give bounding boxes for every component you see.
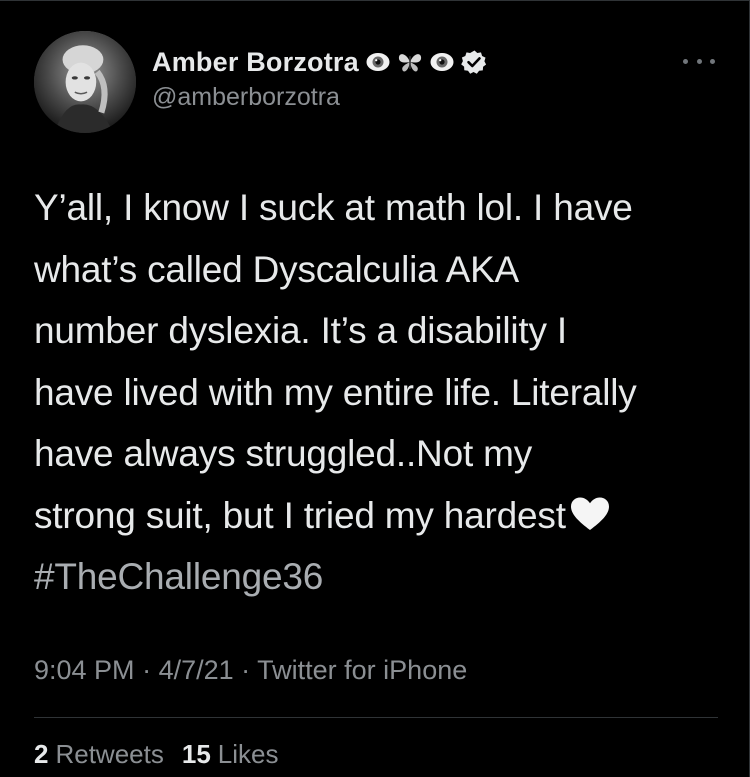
- tweet-card: Amber Borzotra @amberborzotra Y’all, I k…: [0, 0, 750, 777]
- more-options-icon[interactable]: [683, 51, 715, 71]
- tweet-date[interactable]: 4/7/21: [159, 655, 234, 685]
- display-name[interactable]: Amber Borzotra: [152, 47, 359, 78]
- verified-badge-icon: [461, 49, 487, 75]
- tweet-text-line: have lived with my entire life. Literall…: [34, 371, 637, 413]
- tweet-text-line: number dyslexia. It’s a disability I: [34, 310, 567, 351]
- meta-separator: ·: [233, 655, 258, 685]
- tweet-time[interactable]: 9:04 PM: [34, 655, 135, 685]
- tweet-text-line: strong suit, but I tried my hardest: [34, 494, 566, 536]
- likes-stat[interactable]: 15 Likes: [182, 739, 279, 770]
- eye-icon: [429, 49, 455, 75]
- user-handle[interactable]: @amberborzotra: [152, 83, 340, 112]
- tweet-text: Y’all, I know I suck at math lol. I have…: [34, 177, 724, 608]
- display-name-row: Amber Borzotra: [152, 45, 487, 79]
- retweets-label: Retweets: [55, 739, 164, 769]
- retweets-count: 2: [34, 739, 49, 769]
- tweet-text-line: have always struggled..Not my: [34, 433, 533, 474]
- avatar-photo: [34, 31, 136, 133]
- tweet-source[interactable]: Twitter for iPhone: [257, 655, 467, 685]
- tweet-text-line: what’s called Dyscalculia AKA: [34, 248, 520, 290]
- tweet-meta: 9:04 PM · 4/7/21 · Twitter for iPhone: [34, 655, 467, 686]
- divider: [34, 717, 718, 718]
- butterfly-icon: [397, 49, 423, 75]
- more-dot: [683, 58, 688, 64]
- retweets-stat[interactable]: 2 Retweets: [34, 739, 164, 770]
- likes-count: 15: [181, 739, 211, 769]
- tweet-text-line: Y’all, I know I suck at math lol. I have: [34, 187, 633, 228]
- tweet-stats: 2 Retweets 15 Likes: [34, 739, 278, 770]
- more-dot: [696, 58, 702, 64]
- meta-separator: ·: [134, 655, 159, 685]
- avatar[interactable]: [34, 31, 136, 133]
- more-dot: [710, 58, 715, 64]
- hashtag-link[interactable]: #TheChallenge36: [34, 546, 724, 608]
- eye-icon: [365, 49, 391, 75]
- tweet-text-line-with-emoji: strong suit, but I tried my hardest: [34, 485, 724, 547]
- likes-label: Likes: [217, 739, 279, 769]
- white-heart-icon: [570, 496, 610, 532]
